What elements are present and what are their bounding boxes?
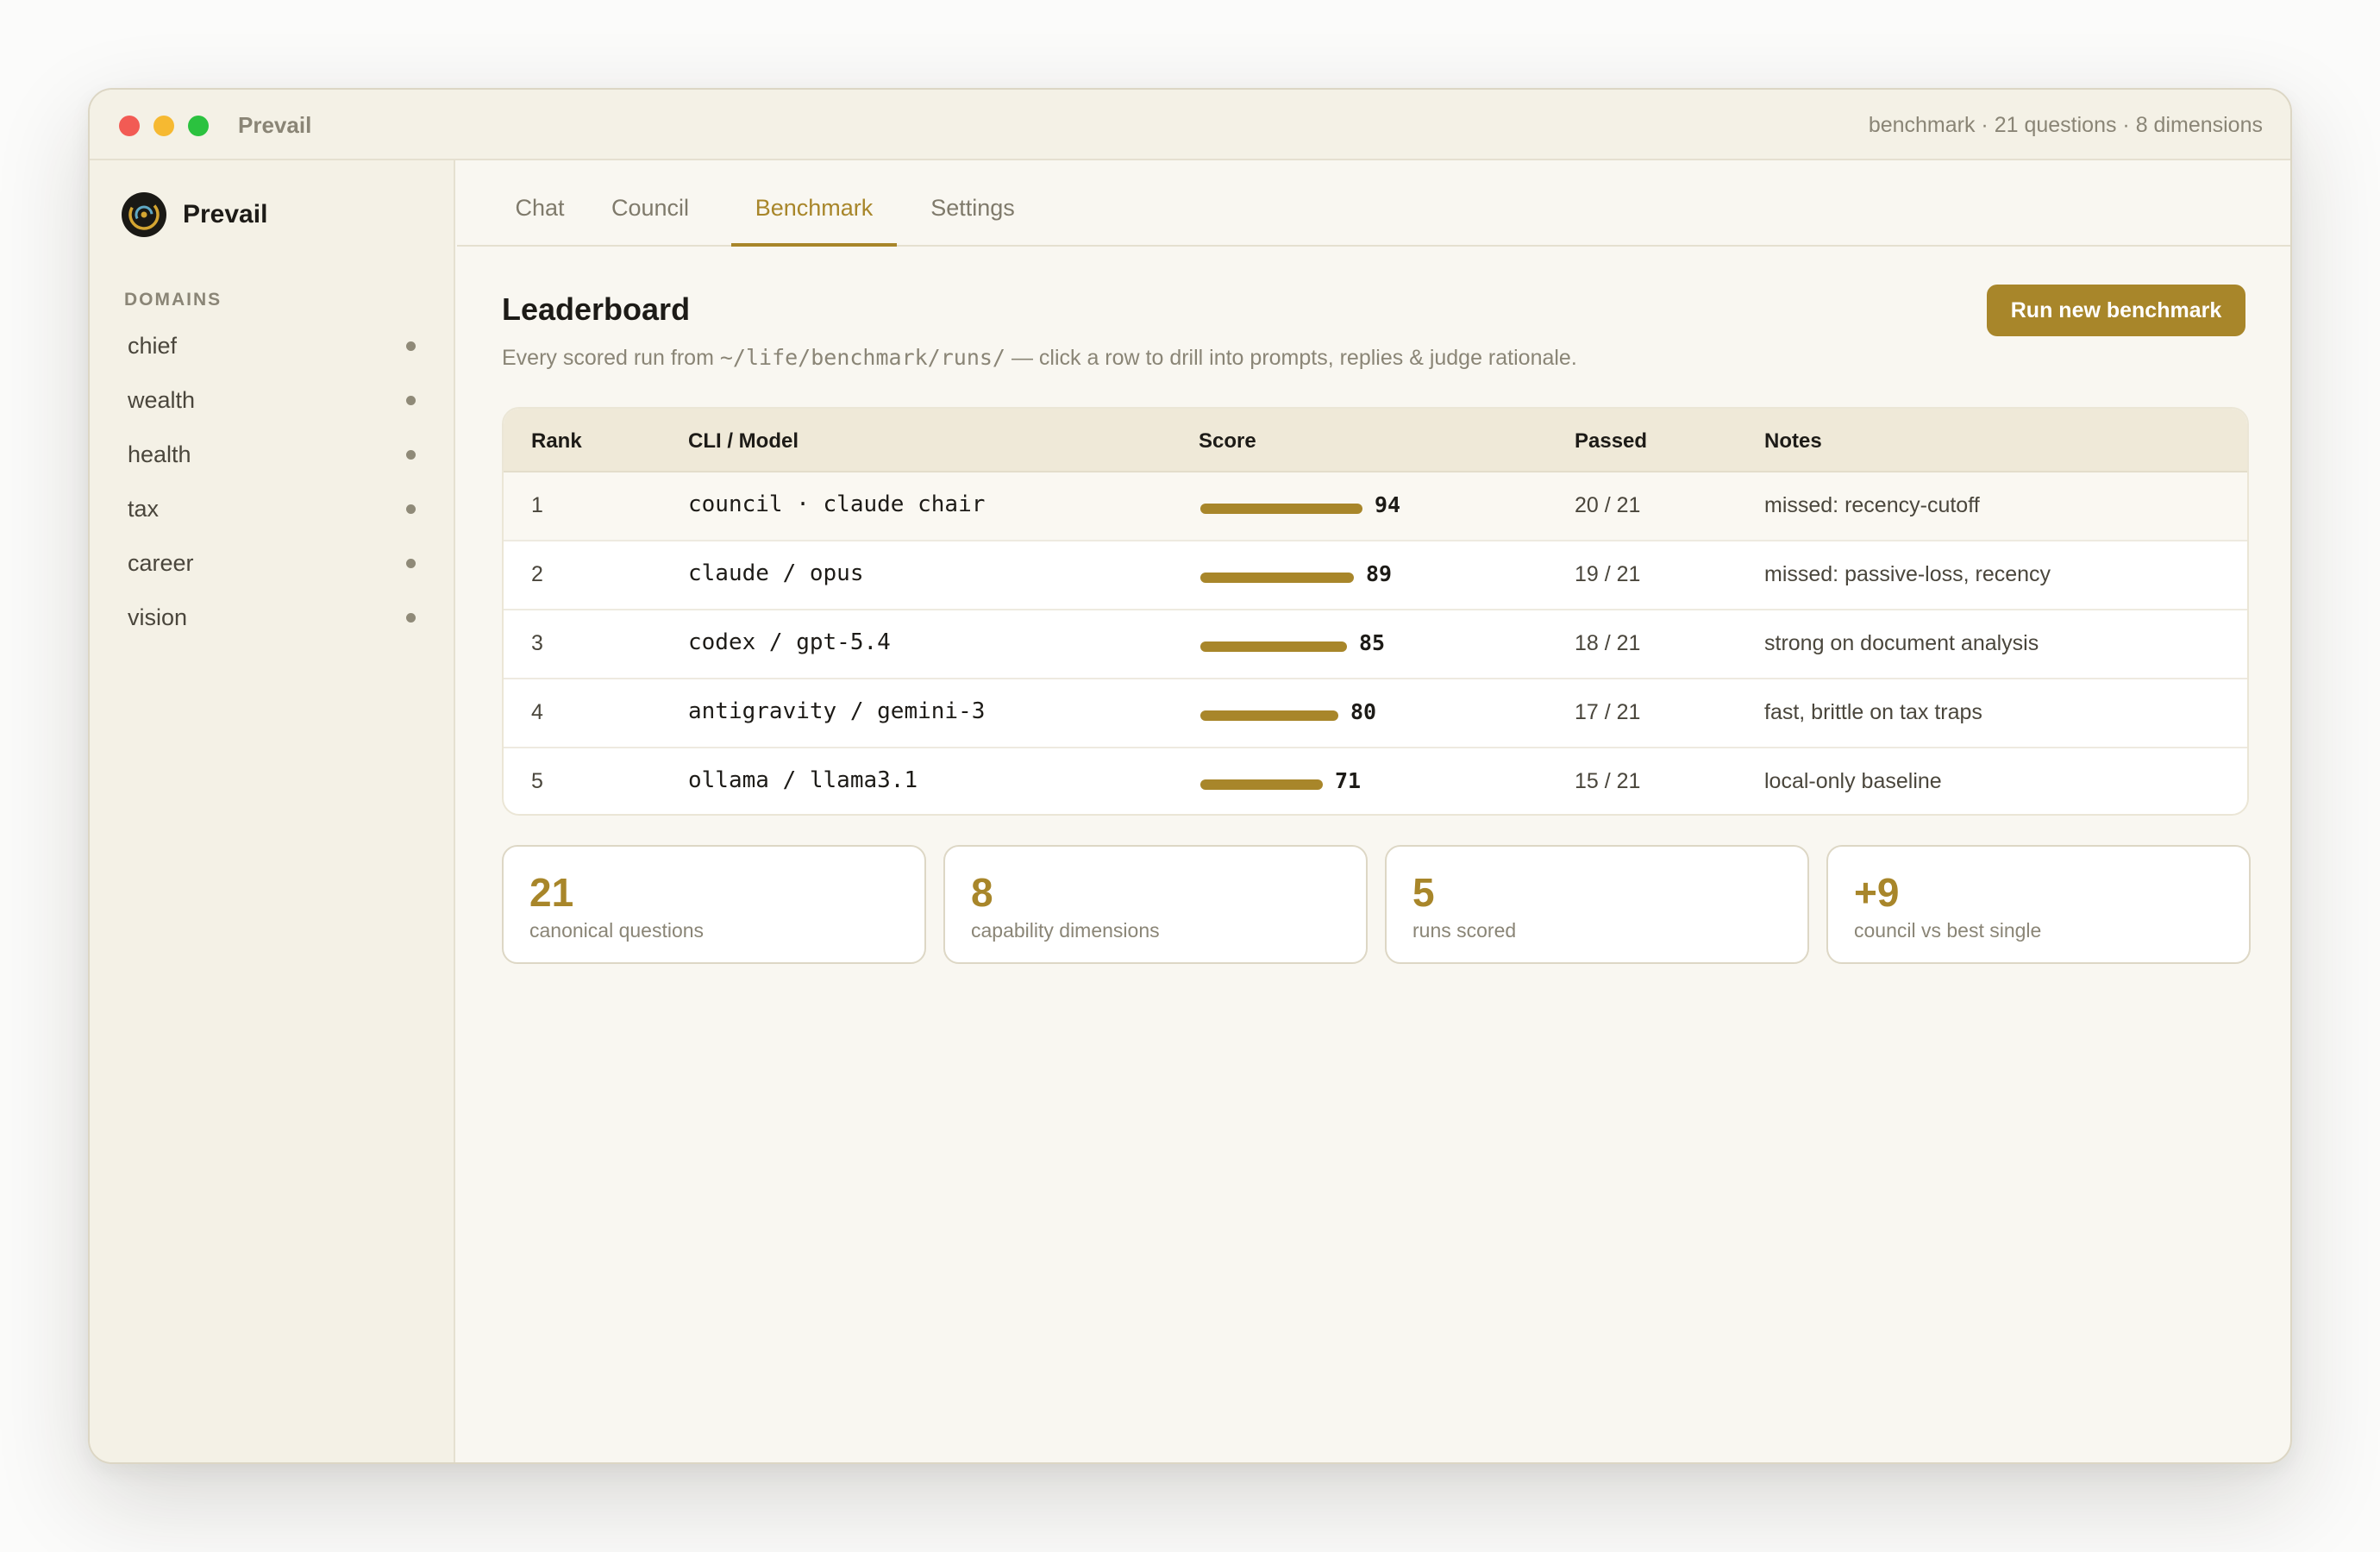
rank-cell: 4 bbox=[531, 700, 543, 724]
rank-cell: 2 bbox=[531, 562, 543, 586]
stat-label: runs scored bbox=[1412, 919, 1517, 942]
table-row[interactable]: 1 council · claude chair 94 20 / 21 missed: … bbox=[504, 472, 2247, 541]
table-header: Rank CLI / Model Score Passed Notes bbox=[504, 409, 2247, 472]
score-value: 80 bbox=[1350, 699, 1377, 724]
tab-benchmark[interactable]: Benchmark bbox=[731, 195, 897, 247]
sidebar-item-wealth[interactable]: wealth bbox=[109, 373, 433, 428]
model-cell: ollama / llama3.1 bbox=[688, 767, 918, 793]
notes-cell: missed: recency-cutoff bbox=[1764, 493, 1980, 517]
stat-value: 5 bbox=[1412, 870, 1435, 915]
stat-value: 8 bbox=[971, 870, 993, 915]
status-dot-icon bbox=[406, 613, 416, 623]
score-value: 71 bbox=[1335, 768, 1362, 793]
stat-label: canonical questions bbox=[529, 919, 705, 942]
model-cell: antigravity / gemini-3 bbox=[688, 698, 986, 724]
score-bar bbox=[1200, 641, 1347, 652]
model-cell: council · claude chair bbox=[688, 491, 986, 517]
score-bar bbox=[1200, 779, 1323, 790]
tab-council[interactable]: Council bbox=[598, 195, 702, 247]
passed-cell: 19 / 21 bbox=[1575, 562, 1641, 586]
status-dot-icon bbox=[406, 396, 416, 405]
stat-card-questions: 21 canonical questions bbox=[502, 845, 926, 964]
minimize-window-button[interactable] bbox=[153, 116, 174, 136]
sidebar-item-chief[interactable]: chief bbox=[109, 319, 433, 373]
column-header-rank[interactable]: Rank bbox=[531, 429, 582, 454]
score-bar bbox=[1200, 710, 1338, 721]
rank-cell: 1 bbox=[531, 493, 543, 517]
column-header-score[interactable]: Score bbox=[1199, 429, 1256, 454]
sidebar-item-tax[interactable]: tax bbox=[109, 482, 433, 536]
stat-label: capability dimensions bbox=[971, 919, 1160, 942]
sidebar-item-label: chief bbox=[128, 333, 178, 359]
passed-cell: 15 / 21 bbox=[1575, 769, 1641, 793]
window-title: Prevail bbox=[238, 112, 312, 138]
subtitle-text: Every scored run from bbox=[502, 346, 720, 370]
notes-cell: local-only baseline bbox=[1764, 769, 1942, 793]
model-cell: claude / opus bbox=[688, 560, 864, 586]
main-content: Chat Council Benchmark Settings Leaderbo… bbox=[457, 160, 2290, 1462]
stat-value: 21 bbox=[529, 870, 574, 915]
column-header-notes[interactable]: Notes bbox=[1764, 429, 1822, 454]
status-dot-icon bbox=[406, 559, 416, 568]
close-window-button[interactable] bbox=[119, 116, 140, 136]
notes-cell: fast, brittle on tax traps bbox=[1764, 700, 1982, 724]
leaderboard-table: Rank CLI / Model Score Passed Notes 1 cou… bbox=[502, 407, 2249, 816]
tab-chat[interactable]: Chat bbox=[502, 195, 578, 247]
sidebar-item-label: vision bbox=[128, 604, 188, 630]
sidebar-item-vision[interactable]: vision bbox=[109, 591, 433, 645]
domains-section-label: DOMAINS bbox=[124, 290, 222, 310]
sidebar: Prevail DOMAINS chief wealth health tax … bbox=[90, 160, 455, 1462]
model-cell: codex / gpt-5.4 bbox=[688, 629, 891, 655]
passed-cell: 20 / 21 bbox=[1575, 493, 1641, 517]
score-bar bbox=[1200, 573, 1354, 583]
notes-cell: missed: passive-loss, recency bbox=[1764, 562, 2051, 586]
status-dot-icon bbox=[406, 450, 416, 460]
rank-cell: 5 bbox=[531, 769, 543, 793]
stat-label: council vs best single bbox=[1854, 919, 2042, 942]
domain-list: chief wealth health tax career vision bbox=[109, 319, 433, 645]
runs-path: ~/life/benchmark/runs/ bbox=[719, 345, 1005, 370]
stat-value: +9 bbox=[1854, 870, 1900, 915]
table-row[interactable]: 4 antigravity / gemini-3 80 17 / 21 fast, br… bbox=[504, 679, 2247, 748]
run-new-benchmark-button[interactable]: Run new benchmark bbox=[1987, 285, 2245, 336]
sidebar-item-label: tax bbox=[128, 496, 160, 522]
sidebar-item-label: health bbox=[128, 441, 191, 467]
status-dot-icon bbox=[406, 341, 416, 351]
app-window: Prevail benchmark · 21 questions · 8 dim… bbox=[88, 88, 2292, 1464]
table-row[interactable]: 2 claude / opus 89 19 / 21 missed: passive-l… bbox=[504, 541, 2247, 610]
rank-cell: 3 bbox=[531, 631, 543, 655]
window-meta: benchmark · 21 questions · 8 dimensions bbox=[1868, 113, 2263, 137]
table-row[interactable]: 5 ollama / llama3.1 71 15 / 21 local-only ba… bbox=[504, 748, 2247, 814]
score-value: 89 bbox=[1366, 561, 1393, 586]
tab-settings[interactable]: Settings bbox=[919, 195, 1026, 247]
stat-card-dimensions: 8 capability dimensions bbox=[943, 845, 1368, 964]
column-header-passed[interactable]: Passed bbox=[1575, 429, 1647, 454]
stat-card-runs: 5 runs scored bbox=[1385, 845, 1809, 964]
brand-name: Prevail bbox=[183, 200, 268, 228]
notes-cell: strong on document analysis bbox=[1764, 631, 2039, 655]
score-bar bbox=[1200, 504, 1362, 514]
prevail-logo-icon bbox=[122, 192, 166, 237]
sidebar-item-label: wealth bbox=[128, 387, 196, 413]
title-bar: Prevail benchmark · 21 questions · 8 dim… bbox=[90, 90, 2290, 160]
score-value: 94 bbox=[1375, 492, 1401, 517]
stat-card-council-delta: +9 council vs best single bbox=[1826, 845, 2251, 964]
passed-cell: 18 / 21 bbox=[1575, 631, 1641, 655]
page-title: Leaderboard bbox=[502, 291, 691, 327]
score-value: 85 bbox=[1359, 630, 1386, 655]
zoom-window-button[interactable] bbox=[188, 116, 209, 136]
page-subtitle: Every scored run from ~/life/benchmark/r… bbox=[502, 345, 1577, 371]
status-dot-icon bbox=[406, 504, 416, 514]
sidebar-item-label: career bbox=[128, 550, 194, 576]
sidebar-item-career[interactable]: career bbox=[109, 536, 433, 591]
tab-bar: Chat Council Benchmark Settings bbox=[457, 160, 2290, 247]
subtitle-text: — click a row to drill into prompts, rep… bbox=[1005, 346, 1577, 370]
passed-cell: 17 / 21 bbox=[1575, 700, 1641, 724]
table-row[interactable]: 3 codex / gpt-5.4 85 18 / 21 strong on docum… bbox=[504, 610, 2247, 679]
sidebar-item-health[interactable]: health bbox=[109, 428, 433, 482]
column-header-model[interactable]: CLI / Model bbox=[688, 429, 799, 454]
